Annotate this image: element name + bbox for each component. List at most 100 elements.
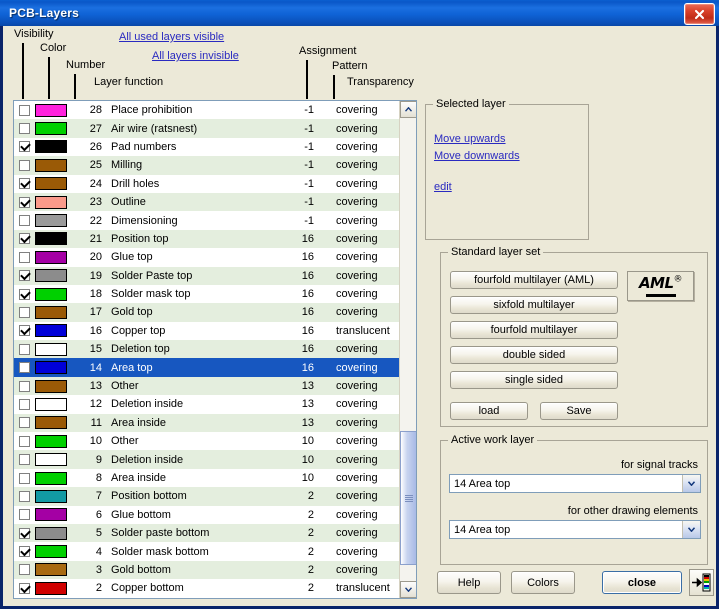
layer-color-swatch[interactable] [35,397,67,411]
load-button[interactable]: load [450,402,528,420]
visibility-checkbox[interactable] [19,215,30,227]
layer-color-swatch[interactable] [35,545,67,559]
chevron-down-icon[interactable] [682,475,700,492]
visibility-checkbox[interactable] [19,343,30,355]
layer-color-swatch[interactable] [35,434,67,448]
layer-color-swatch[interactable] [35,342,67,356]
visibility-checkbox[interactable] [19,141,30,153]
layer-color-swatch[interactable] [35,324,67,338]
scroll-up-button[interactable] [400,101,416,118]
table-row[interactable]: 18 Solder mask top 16 covering [14,285,400,303]
visibility-checkbox[interactable] [19,454,30,466]
table-row[interactable]: 6 Glue bottom 2 covering [14,506,400,524]
visibility-checkbox[interactable] [19,472,30,484]
table-row[interactable]: 25 Milling -1 covering [14,156,400,175]
table-row[interactable]: 24 Drill holes -1 covering [14,175,400,193]
visibility-checkbox[interactable] [19,490,30,502]
visibility-checkbox[interactable] [19,270,30,282]
table-row[interactable]: 14 Area top 16 covering [14,358,400,377]
layer-list[interactable]: 28 Place prohibition -1 covering 27 Air wire … [13,100,417,599]
close-button[interactable]: close [602,571,682,594]
visibility-checkbox[interactable] [19,178,30,190]
table-row[interactable]: 8 Area inside 10 covering [14,469,400,487]
table-row[interactable]: 5 Solder paste bottom 2 covering [14,523,400,543]
visibility-checkbox[interactable] [19,233,30,245]
layer-color-swatch[interactable] [35,471,67,485]
layer-color-swatch[interactable] [35,563,67,577]
table-row[interactable]: 19 Solder Paste top 16 covering [14,266,400,285]
layer-color-swatch[interactable] [35,287,67,301]
visibility-checkbox[interactable] [19,325,30,337]
layer-color-swatch[interactable] [35,214,67,228]
table-row[interactable]: 22 Dimensioning -1 covering [14,211,400,229]
table-row[interactable]: 17 Gold top 16 covering [14,303,400,322]
help-button[interactable]: Help [437,571,501,594]
visibility-checkbox[interactable] [19,196,30,208]
other-elements-combo[interactable]: 14 Area top [449,520,701,539]
table-row[interactable]: 7 Position bottom 2 covering [14,487,400,506]
layer-color-swatch[interactable] [35,305,67,319]
preset-single-sided-button[interactable]: single sided [450,371,618,389]
link-move-downwards[interactable]: Move downwards [434,150,520,162]
link-move-upwards[interactable]: Move upwards [434,133,506,145]
scroll-down-button[interactable] [400,581,416,598]
table-row[interactable]: 3 Gold bottom 2 covering [14,560,400,580]
layer-color-swatch[interactable] [35,140,67,154]
visibility-checkbox[interactable] [19,582,30,594]
close-icon[interactable] [684,3,715,25]
visibility-checkbox[interactable] [19,546,30,558]
layer-color-swatch[interactable] [35,158,67,172]
visibility-checkbox[interactable] [19,159,30,171]
table-row[interactable]: 4 Solder mask bottom 2 covering [14,542,400,560]
visibility-checkbox[interactable] [19,104,30,116]
table-row[interactable]: 23 Outline -1 covering [14,192,400,212]
layer-stack-export-icon[interactable] [689,569,714,596]
visibility-checkbox[interactable] [19,288,30,300]
visibility-checkbox[interactable] [19,123,30,135]
table-row[interactable]: 2 Copper bottom 2 translucent [14,579,400,597]
layer-color-swatch[interactable] [35,177,67,191]
visibility-checkbox[interactable] [19,398,30,410]
layer-color-swatch[interactable] [35,581,67,595]
table-row[interactable]: 26 Pad numbers -1 covering [14,138,400,156]
link-edit[interactable]: edit [434,181,452,193]
layer-color-swatch[interactable] [35,269,67,283]
table-row[interactable]: 12 Deletion inside 13 covering [14,395,400,413]
signal-tracks-combo[interactable]: 14 Area top [449,474,701,493]
layer-color-swatch[interactable] [35,416,67,430]
visibility-checkbox[interactable] [19,306,30,318]
preset-fourfold-multilayer-aml-button[interactable]: fourfold multilayer (AML) [450,271,618,289]
link-all-layers-invisible[interactable]: All layers invisible [152,50,239,62]
layer-color-swatch[interactable] [35,526,67,540]
visibility-checkbox[interactable] [19,251,30,263]
layer-color-swatch[interactable] [35,122,67,136]
layer-color-swatch[interactable] [35,232,67,246]
visibility-checkbox[interactable] [19,509,30,521]
layer-color-swatch[interactable] [35,489,67,503]
visibility-checkbox[interactable] [19,362,30,374]
colors-button[interactable]: Colors [511,571,575,594]
preset-double-sided-button[interactable]: double sided [450,346,618,364]
layer-color-swatch[interactable] [35,195,67,209]
table-row[interactable]: 1Deletion bottom2covering [14,597,400,598]
layer-color-swatch[interactable] [35,453,67,467]
visibility-checkbox[interactable] [19,564,30,576]
layer-color-swatch[interactable] [35,361,67,375]
layer-color-swatch[interactable] [35,103,67,117]
preset-sixfold-multilayer-button[interactable]: sixfold multilayer [450,296,618,314]
save-button[interactable]: Save [540,402,618,420]
table-row[interactable]: 21 Position top 16 covering [14,229,400,249]
preset-fourfold-multilayer-button[interactable]: fourfold multilayer [450,321,618,339]
scrollbar-thumb[interactable] [400,431,416,565]
link-all-used-layers-visible[interactable]: All used layers visible [119,31,224,43]
table-row[interactable]: 9 Deletion inside 10 covering [14,450,400,469]
visibility-checkbox[interactable] [19,527,30,539]
table-row[interactable]: 27 Air wire (ratsnest) -1 covering [14,119,400,138]
table-row[interactable]: 28 Place prohibition -1 covering [14,101,400,119]
visibility-checkbox[interactable] [19,380,30,392]
visibility-checkbox[interactable] [19,417,30,429]
layer-color-swatch[interactable] [35,250,67,264]
table-row[interactable]: 15 Deletion top 16 covering [14,340,400,359]
layer-list-scrollbar[interactable] [399,101,416,598]
chevron-down-icon[interactable] [682,521,700,538]
